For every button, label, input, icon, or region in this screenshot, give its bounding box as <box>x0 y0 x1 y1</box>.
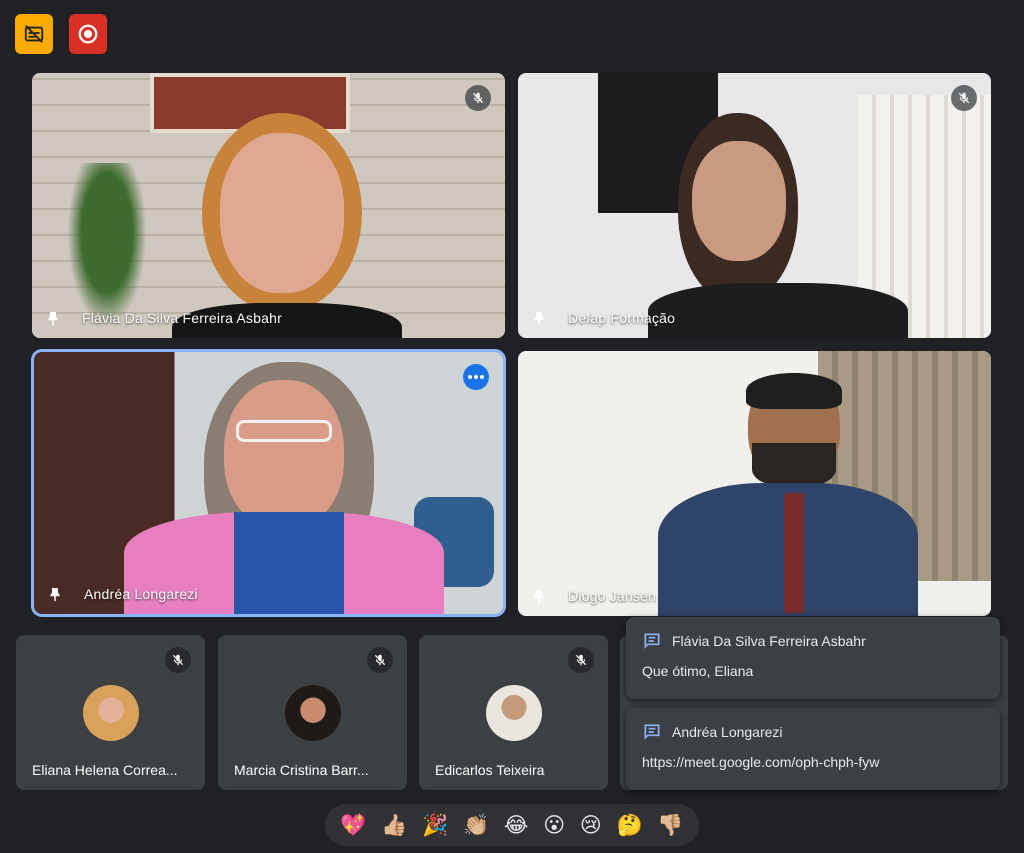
video-tile-diogo[interactable]: Diogo Jansen <box>518 351 991 616</box>
pin-icon[interactable] <box>44 308 62 328</box>
participant-figure <box>124 362 444 614</box>
pin-icon[interactable] <box>530 308 548 328</box>
chat-icon <box>644 633 660 649</box>
captions-off-icon <box>24 25 44 43</box>
crying-reaction[interactable]: 😢 <box>580 814 602 836</box>
avatar <box>485 685 542 741</box>
more-options-button[interactable] <box>463 364 489 390</box>
mic-off-icon <box>568 647 594 673</box>
participant-figure <box>638 373 938 616</box>
participant-figure <box>172 113 402 338</box>
video-tile-andrea[interactable]: Andréa Longarezi <box>34 352 503 614</box>
thinking-reaction[interactable]: 🤔 <box>616 814 642 836</box>
mic-off-icon <box>951 85 977 111</box>
dot <box>474 375 478 379</box>
mic-off-icon <box>367 647 393 673</box>
dot <box>468 375 472 379</box>
video-tile-defap[interactable]: Defap Formação <box>518 73 991 338</box>
chat-sender: Andréa Longarezi <box>672 724 783 740</box>
participant-figure <box>648 113 908 338</box>
participant-name: Diogo Jansen <box>568 588 657 604</box>
chat-notification[interactable]: Flávia Da Silva Ferreira Asbahr Que ótim… <box>626 617 1000 699</box>
avatar <box>284 685 341 741</box>
mic-off-icon <box>165 647 191 673</box>
sparkling-heart-reaction[interactable]: 💖 <box>340 814 366 836</box>
participant-tile-marcia[interactable]: Marcia Cristina Barr... <box>218 635 407 790</box>
tears-of-joy-reaction[interactable]: 😂 <box>504 814 529 836</box>
avatar <box>82 685 139 741</box>
chat-notification[interactable]: Andréa Longarezi https://meet.google.com… <box>626 708 1000 790</box>
participant-name: Marcia Cristina Barr... <box>234 762 369 778</box>
party-popper-reaction[interactable]: 🎉 <box>422 814 448 836</box>
thumbs-down-reaction[interactable]: 👎🏼 <box>657 814 683 836</box>
chat-icon <box>644 724 660 740</box>
participant-name: Flávia Da Silva Ferreira Asbahr <box>82 310 282 326</box>
chat-message: Que ótimo, Eliana <box>642 663 754 679</box>
participant-name: Eliana Helena Correa... <box>32 762 178 778</box>
chat-message[interactable]: https://meet.google.com/oph-chph-fyw <box>642 754 984 770</box>
chat-notification-header: Flávia Da Silva Ferreira Asbahr <box>642 631 984 651</box>
participant-name: Edicarlos Teixeira <box>435 762 545 778</box>
pin-icon[interactable] <box>530 586 548 606</box>
video-tile-flavia[interactable]: Flávia Da Silva Ferreira Asbahr <box>32 73 505 338</box>
surprised-reaction[interactable]: 😮 <box>543 814 565 836</box>
mic-off-icon <box>465 85 491 111</box>
participant-name: Defap Formação <box>568 310 676 326</box>
participant-tile-eliana[interactable]: Eliana Helena Correa... <box>16 635 205 790</box>
participant-tile-edicarlos[interactable]: Edicarlos Teixeira <box>419 635 608 790</box>
captions-off-badge[interactable] <box>15 14 53 54</box>
pin-icon[interactable] <box>46 584 64 604</box>
clapping-reaction[interactable]: 👏🏼 <box>463 814 489 836</box>
recording-icon <box>78 24 98 44</box>
recording-badge[interactable] <box>69 14 107 54</box>
chat-notification-header: Andréa Longarezi <box>642 722 984 742</box>
chat-sender: Flávia Da Silva Ferreira Asbahr <box>672 633 866 649</box>
participant-name: Andréa Longarezi <box>84 586 198 602</box>
dot <box>480 375 484 379</box>
reactions-bar: 💖 👍🏼 🎉 👏🏼 😂 😮 😢 🤔 👎🏼 <box>325 804 699 846</box>
thumbs-up-reaction[interactable]: 👍🏼 <box>381 814 407 836</box>
